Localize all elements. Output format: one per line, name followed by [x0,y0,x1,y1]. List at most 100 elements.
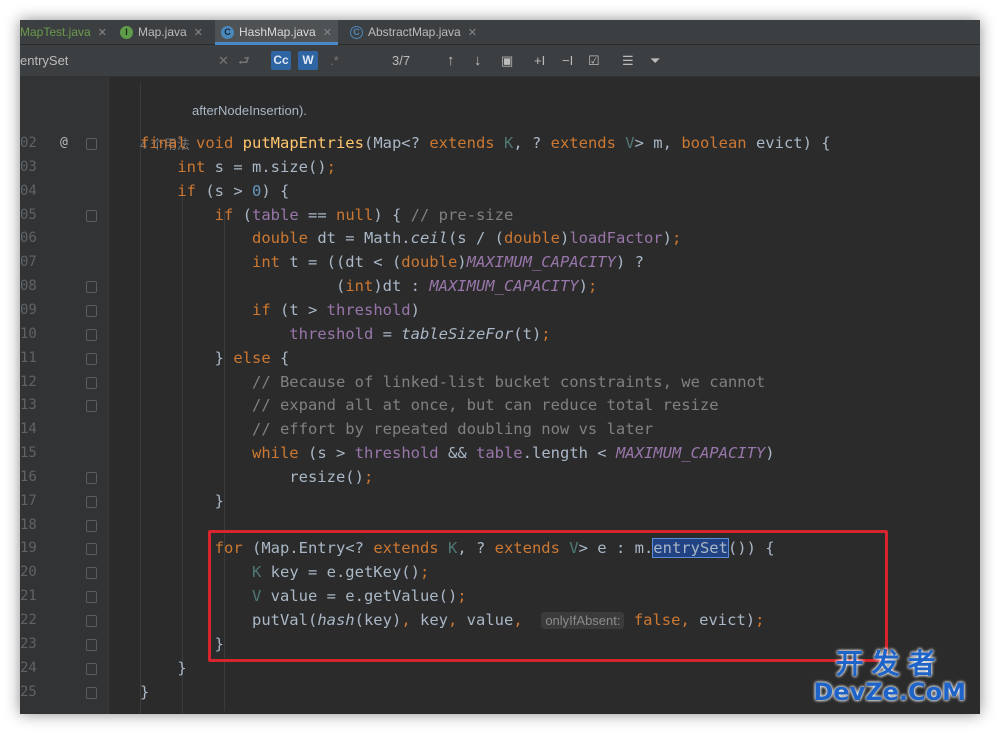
code-token: == [298,205,336,224]
fold-icon[interactable] [86,471,97,484]
code-editor[interactable]: afterNodeInsertion). 4 个用法 02 @ final void… [20,77,980,714]
ide-window: MapTest.java ✕ I Map.java ✕ C HashMap.java ✕ … [20,20,980,714]
code-token: final void [140,134,243,152]
tab-map[interactable]: I Map.java ✕ [120,20,203,44]
code-token: > m, [634,134,682,152]
tab-hashmap[interactable]: C HashMap.java ✕ [215,20,338,45]
code-text: if (s > 0) { [140,179,289,203]
line-number: 02 [20,135,37,151]
code-text: } else { [140,346,290,370]
code-text: } [140,680,149,704]
code-token: } [140,682,150,701]
tab-label: AbstractMap.java [368,25,461,39]
code-token: } [140,658,187,677]
fold-icon[interactable] [86,209,97,222]
fold-icon[interactable] [86,400,97,413]
fold-icon[interactable] [86,376,97,389]
code-token: else [233,348,280,367]
code-token: double [140,229,318,248]
code-text: } [140,656,187,680]
match-case-toggle[interactable]: Cc [271,51,291,70]
code-line: 04 if (s > 0) { [20,179,980,203]
new-line-icon[interactable]: ⮐ [238,45,250,76]
code-token: s = m.size() [214,157,327,176]
code-text: while (s > threshold && table.length < M… [140,441,775,465]
code-token: extends [550,134,626,152]
fold-icon[interactable] [86,519,97,532]
fold-icon[interactable] [86,328,97,341]
fold-icon[interactable] [86,543,97,556]
fold-icon[interactable] [86,662,97,675]
words-toggle[interactable]: W [298,51,318,70]
line-number: 08 [20,278,37,295]
regex-toggle[interactable]: .* [330,45,339,76]
class-icon: C [221,26,234,40]
line-number: 20 [20,564,37,581]
line-number: 18 [20,516,37,533]
code-text: double dt = Math.ceil(s / (double)loadFa… [140,226,681,250]
close-icon[interactable]: ✕ [323,27,332,39]
code-text: // expand all at once, but can reduce to… [140,393,719,417]
watermark-en: DevZe.CoM [813,678,966,706]
tab-label: HashMap.java [239,25,316,39]
filter-lines-icon[interactable]: ☰ [622,45,634,76]
fold-icon[interactable] [86,352,97,365]
code-token: = [373,324,402,343]
fold-icon[interactable] [86,304,97,317]
close-icon[interactable]: ✕ [468,27,477,39]
code-token: table [475,444,523,463]
line-number: 12 [20,373,37,390]
select-all-occurrences-icon[interactable]: ☑ [588,45,600,76]
tab-maptest[interactable]: MapTest.java ✕ [20,20,107,44]
code-line: 15 while (s > threshold && table.length … [20,441,980,465]
fold-icon[interactable] [86,686,97,699]
code-token: null [336,205,374,224]
fold-icon[interactable] [86,638,97,651]
code-line: 06 double dt = Math.ceil(s / (double)loa… [20,226,980,250]
fold-icon[interactable] [86,138,97,150]
fold-icon[interactable] [86,495,97,508]
fold-icon[interactable] [86,567,97,580]
code-token: ; [587,277,598,296]
code-token: dt = Math. [317,229,411,248]
code-token: tableSizeFor [401,324,514,343]
clear-icon[interactable]: ✕ [218,45,229,76]
code-token: K [503,134,514,152]
code-token: putMapEntries [242,134,364,152]
code-token: } [140,491,224,510]
fold-icon[interactable] [86,281,97,294]
code-token: t = ((dt < ( [289,253,402,272]
add-occurrence-icon[interactable]: +I [534,45,545,76]
line-number: 22 [20,612,37,628]
fold-icon[interactable] [86,615,97,627]
remove-occurrence-icon[interactable]: −I [562,45,573,76]
line-number: 03 [20,158,37,175]
filter-icon[interactable]: ⏷ [650,45,660,76]
code-token: threshold [354,444,448,463]
code-token: int [345,277,374,296]
previous-occurrence-icon[interactable]: ↑ [447,45,455,76]
fold-icon[interactable] [86,591,97,604]
interface-icon: I [120,26,133,40]
select-all-icon[interactable]: ▣ [501,45,513,76]
code-token: ) ? [615,253,644,272]
next-occurrence-icon[interactable]: ↓ [474,45,482,76]
code-line: 16 resize(); [20,465,980,489]
watermark-cn: 开发者 [835,647,944,680]
line-number: 04 [20,182,37,199]
code-token: , ? [513,134,551,152]
tab-abstractmap[interactable]: C AbstractMap.java ✕ [350,20,477,44]
code-token: ( [242,205,252,224]
close-icon[interactable]: ✕ [194,27,203,39]
override-marker-icon[interactable]: @ [60,131,68,155]
code-text: resize(); [140,465,373,489]
code-token: ) [765,444,775,463]
close-icon[interactable]: ✕ [98,27,107,39]
code-token: double [401,253,458,272]
code-line: 08 (int)dt : MAXIMUM_CAPACITY); [20,274,980,298]
find-input[interactable]: entrySet [20,45,68,76]
code-line: 10 threshold = tableSizeFor(t); [20,322,980,346]
code-token: { [280,348,290,367]
line-number: 19 [20,540,37,557]
code-line: 07 int t = ((dt < (double)MAXIMUM_CAPACI… [20,250,980,274]
